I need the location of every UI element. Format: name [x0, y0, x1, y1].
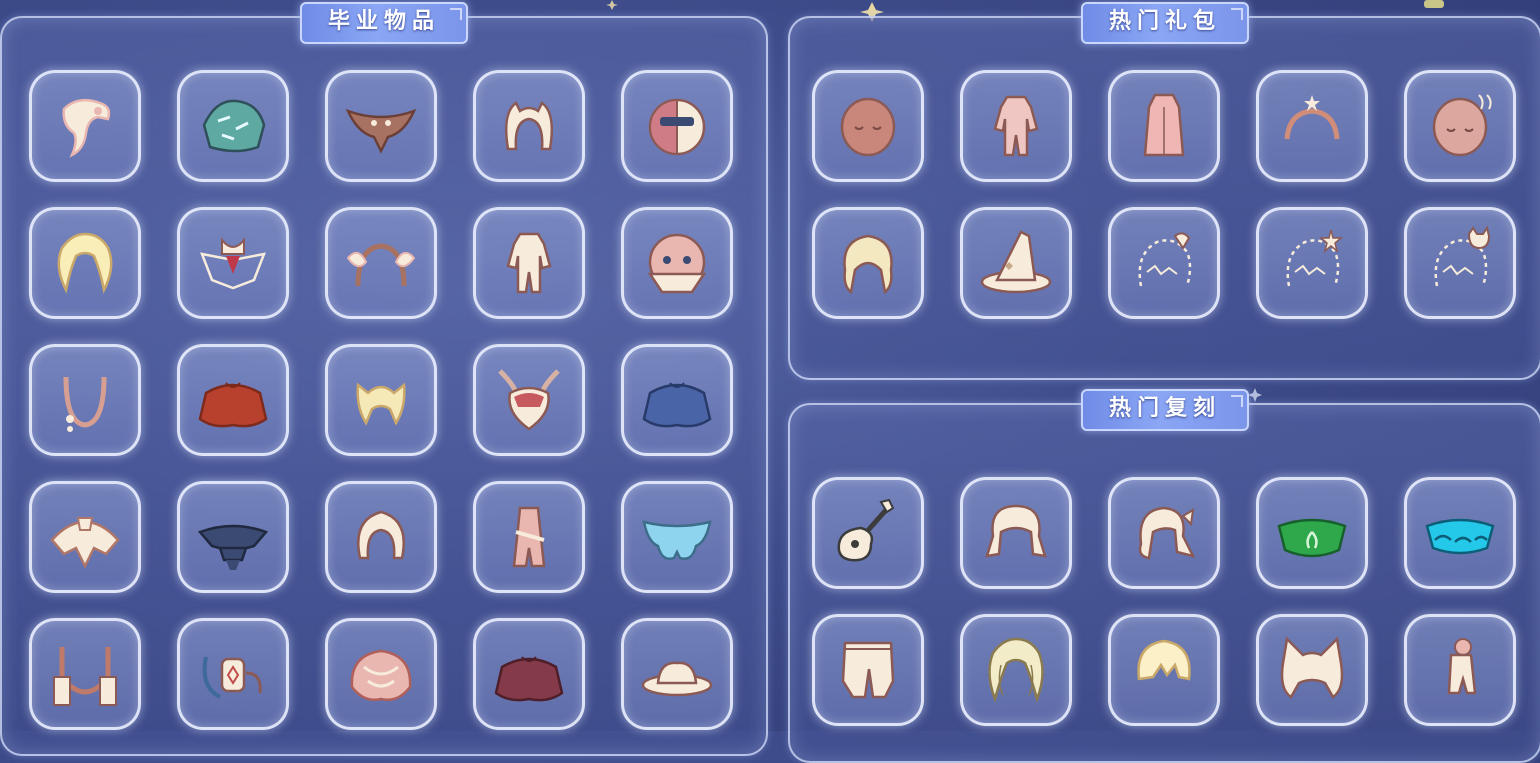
blue-cape-icon — [642, 382, 712, 428]
item-slot[interactable] — [1256, 614, 1368, 726]
item-slot[interactable] — [325, 618, 437, 730]
lantern-prop-icon — [202, 656, 262, 699]
cyan-cape-icon — [1425, 518, 1495, 555]
cat-hair-accessory-icon — [1434, 226, 1491, 287]
wavy-long-hair-icon — [988, 637, 1044, 704]
item-slot[interactable] — [1108, 614, 1220, 726]
shell-cape-icon — [350, 649, 412, 701]
blue-butterfly-cape-icon — [642, 520, 712, 560]
pink-robe-icon — [1143, 93, 1185, 157]
cat-ear-hood-icon — [1280, 636, 1344, 699]
item-slot[interactable] — [621, 481, 733, 593]
item-slot[interactable] — [325, 344, 437, 456]
item-slot[interactable] — [473, 481, 585, 593]
item-slot[interactable] — [621, 70, 733, 182]
white-cape-icon — [50, 517, 120, 569]
item-slot[interactable] — [1108, 70, 1220, 182]
item-slot[interactable] — [325, 207, 437, 319]
dark-layered-cape-icon — [197, 524, 269, 570]
item-slot[interactable] — [1108, 207, 1220, 319]
item-slot[interactable] — [177, 481, 289, 593]
item-slot[interactable] — [473, 207, 585, 319]
side-ponytail-icon — [1138, 506, 1196, 560]
item-slot[interactable] — [1256, 477, 1368, 589]
ribbon-outfit-icon — [512, 506, 546, 568]
item-slot[interactable] — [812, 614, 924, 726]
item-slot[interactable] — [1256, 207, 1368, 319]
twin-tail-hair-icon — [985, 504, 1047, 558]
ukulele-icon — [837, 498, 895, 562]
sleepy-mask-icon — [840, 97, 896, 157]
star-hair-accessory-icon — [1286, 229, 1344, 287]
item-slot[interactable] — [177, 70, 289, 182]
green-cape-icon — [1277, 518, 1347, 558]
item-slot[interactable] — [473, 344, 585, 456]
item-slot[interactable] — [473, 618, 585, 730]
item-slot[interactable] — [812, 477, 924, 589]
owl-mask-icon — [498, 369, 560, 431]
item-slot[interactable] — [960, 477, 1072, 589]
item-slot[interactable] — [960, 614, 1072, 726]
item-slot[interactable] — [1404, 70, 1516, 182]
baggy-pants-icon — [841, 641, 895, 699]
small-outfit-icon — [1447, 638, 1477, 695]
item-slot[interactable] — [960, 70, 1072, 182]
wing-headband-icon — [346, 243, 416, 287]
moon-star-headband-icon — [1278, 95, 1346, 144]
short-hair-icon — [1137, 639, 1191, 681]
long-wavy-hair-icon — [57, 232, 113, 294]
half-mask-icon — [648, 98, 706, 156]
cowboy-hat-icon — [641, 661, 713, 697]
item-slot[interactable] — [177, 344, 289, 456]
witch-hat-icon — [980, 230, 1052, 294]
item-slot[interactable] — [473, 70, 585, 182]
red-cape-icon — [198, 382, 268, 428]
horned-headband-icon — [505, 101, 553, 151]
bob-hair-icon — [357, 510, 405, 560]
item-slot[interactable] — [29, 207, 141, 319]
graduation-items-panel: 毕业物品 — [0, 2, 768, 756]
pink-necklace-icon — [63, 376, 107, 432]
item-slot[interactable] — [325, 481, 437, 593]
item-slot[interactable] — [29, 481, 141, 593]
popular-rerun-title: 热门复刻 — [1080, 389, 1250, 431]
item-slot[interactable] — [177, 207, 289, 319]
bandana-mask-icon — [647, 233, 707, 294]
item-slot[interactable] — [1108, 477, 1220, 589]
item-slot[interactable] — [812, 70, 924, 182]
strap-harness-icon — [53, 647, 117, 706]
item-slot[interactable] — [177, 618, 289, 730]
item-slot[interactable] — [325, 70, 437, 182]
item-slot[interactable] — [960, 207, 1072, 319]
item-slot[interactable] — [621, 344, 733, 456]
item-slot[interactable] — [1404, 614, 1516, 726]
graduation-items-title: 毕业物品 — [299, 2, 469, 44]
teal-cape-icon — [202, 99, 266, 153]
shell-hair-accessory-icon — [1138, 232, 1192, 287]
pigtail-hair-icon — [356, 382, 406, 426]
item-slot[interactable] — [29, 618, 141, 730]
item-slot[interactable] — [621, 207, 733, 319]
popular-gift-panel: 热门礼包 — [788, 2, 1540, 380]
item-slot[interactable] — [1256, 70, 1368, 182]
brown-wing-cape-icon — [345, 108, 417, 154]
jeweled-collar-icon — [200, 237, 266, 290]
item-slot[interactable] — [29, 344, 141, 456]
item-slot[interactable] — [812, 207, 924, 319]
item-slot[interactable] — [29, 70, 141, 182]
popular-rerun-panel: 热门复刻 — [788, 389, 1540, 763]
item-slot[interactable] — [621, 618, 733, 730]
curly-hair-icon — [843, 234, 893, 295]
armored-outfit-icon — [506, 232, 552, 294]
moon-face-mask-icon — [1432, 94, 1492, 157]
popular-gift-title: 热门礼包 — [1080, 2, 1250, 44]
pink-feather-hair-icon — [62, 98, 111, 158]
item-slot[interactable] — [1404, 207, 1516, 319]
item-slot[interactable] — [1404, 477, 1516, 589]
maroon-cape-icon — [494, 656, 564, 702]
pink-outfit-icon — [993, 95, 1039, 157]
